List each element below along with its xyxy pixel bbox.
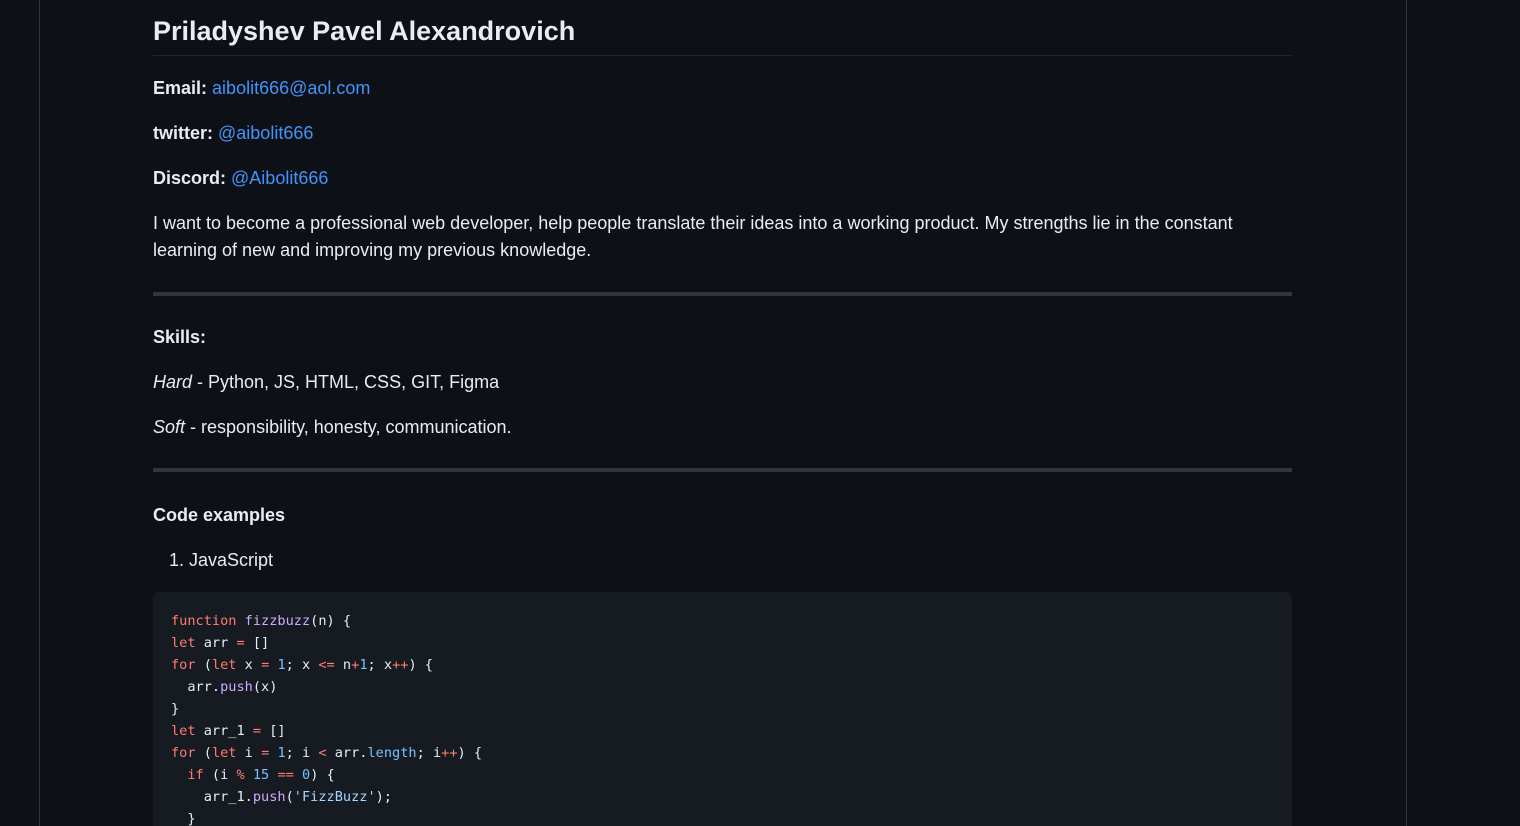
list-item: JavaScript [189,547,1292,574]
code-line: if (i % 15 == 0) { [187,767,335,783]
hard-skills-row: Hard - Python, JS, HTML, CSS, GIT, Figma [153,369,1292,396]
section-divider [153,468,1292,472]
code-line: arr.push(x) [171,679,278,695]
code-examples-heading: Code examples [153,505,286,525]
readme-content: Priladyshev Pavel Alexandrovich Email: a… [153,0,1292,826]
code-line: for (let x = 1; x <= n+1; x++) { [171,657,433,673]
code-text: function fizzbuzz(n) { let arr = [] for … [171,610,1274,826]
code-line: function fizzbuzz(n) { [171,613,352,629]
code-line: let arr = [] [171,635,270,651]
code-examples-list: JavaScript [153,547,1292,574]
email-link[interactable]: aibolit666@aol.com [212,78,370,98]
soft-skills-value: - responsibility, honesty, communication… [185,417,512,437]
twitter-link[interactable]: @aibolit666 [218,123,313,143]
code-line: arr_1.push('FizzBuzz'); [171,789,392,805]
code-line: for (let i = 1; i < arr.length; i++) { [171,745,483,761]
code-line: let arr_1 = [] [171,723,286,739]
hard-skills-label: Hard [153,372,193,392]
page-title: Priladyshev Pavel Alexandrovich [153,0,1292,56]
discord-label: Discord: [153,168,227,188]
code-block: function fizzbuzz(n) { let arr = [] for … [153,592,1292,826]
hard-skills-value: - Python, JS, HTML, CSS, GIT, Figma [192,372,500,392]
code-line: } [171,701,180,717]
discord-row: Discord: @Aibolit666 [153,165,1292,192]
discord-link[interactable]: @Aibolit666 [231,168,328,188]
twitter-row: twitter: @aibolit666 [153,120,1292,147]
skills-heading: Skills: [153,327,207,347]
twitter-label: twitter: [153,123,213,143]
page: Priladyshev Pavel Alexandrovich Email: a… [0,0,1520,826]
section-divider [153,292,1292,296]
email-label: Email: [153,78,208,98]
soft-skills-row: Soft - responsibility, honesty, communic… [153,414,1292,441]
code-line: } [171,811,196,826]
about-text: I want to become a professional web deve… [153,213,1233,260]
email-row: Email: aibolit666@aol.com [153,75,1292,102]
soft-skills-label: Soft [153,417,186,437]
